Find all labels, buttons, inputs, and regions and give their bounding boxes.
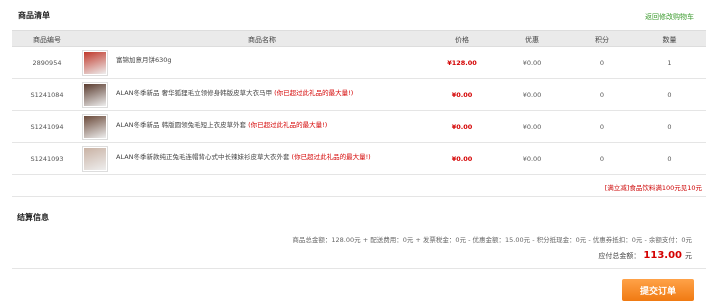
promo-text: [满立减]食品饮料满100元见10元 <box>604 184 702 192</box>
table-row: S1241093 ALAN冬季新款纯正兔毛连帽背心式中长辣妹衫皮草大衣外套 (你已… <box>12 143 706 175</box>
product-points: 0 <box>599 91 605 99</box>
product-id: S1241094 <box>30 123 64 131</box>
back-to-cart-link[interactable]: 返回修改购物车 <box>645 12 694 22</box>
col-qty: 数量 <box>662 36 677 44</box>
col-id: 商品编号 <box>33 36 61 44</box>
submit-order-button[interactable]: 提交订单 <box>622 279 694 301</box>
product-name[interactable]: 富锦加意月饼630g <box>116 54 174 64</box>
product-points: 0 <box>599 59 605 67</box>
limit-warning: (你已超过此礼品的最大量!) <box>291 153 371 161</box>
col-points: 积分 <box>595 36 609 44</box>
product-thumbnail[interactable] <box>82 146 108 172</box>
product-discount: ¥0.00 <box>522 155 542 163</box>
product-table: 商品编号 商品名称 价格 优惠 积分 数量 2890954 富锦加意月饼630g… <box>12 30 706 175</box>
product-points: 0 <box>599 155 605 163</box>
product-qty: 0 <box>667 123 672 131</box>
product-price: ¥0.00 <box>451 155 473 163</box>
total-unit: 元 <box>685 252 692 260</box>
divider <box>12 196 706 197</box>
product-price: ¥0.00 <box>451 123 473 131</box>
total-amount: 应付总金额： 113.00 元 <box>598 250 692 261</box>
section-title: 商品清单 <box>18 11 50 20</box>
table-header: 商品编号 商品名称 价格 优惠 积分 数量 <box>12 30 706 47</box>
settle-title: 结算信息 <box>17 213 49 222</box>
product-price: ¥128.00 <box>447 59 477 67</box>
product-qty: 0 <box>667 91 672 99</box>
col-discount: 优惠 <box>525 36 539 44</box>
divider <box>12 268 706 269</box>
table-row: S1241094 ALAN冬季新品 韩版圆领兔毛短上衣皮草外套 (你已超过此礼品的… <box>12 111 706 143</box>
product-id: 2890954 <box>32 59 62 67</box>
product-thumbnail[interactable] <box>82 114 108 140</box>
product-name[interactable]: ALAN冬季新品 韩版圆领兔毛短上衣皮草外套 (你已超过此礼品的最大量!) <box>116 119 327 129</box>
product-name[interactable]: ALAN冬季新款纯正兔毛连帽背心式中长辣妹衫皮草大衣外套 (你已超过此礼品的最大量… <box>116 151 371 161</box>
product-discount: ¥0.00 <box>522 123 542 131</box>
product-discount: ¥0.00 <box>522 91 542 99</box>
order-summary: 商品总金额：128.00元 + 配送费用：0元 + 发票税金：0元 - 优惠金额… <box>292 236 692 244</box>
product-id: S1241084 <box>30 91 64 99</box>
col-price: 价格 <box>455 36 469 44</box>
product-points: 0 <box>599 123 605 131</box>
limit-warning: (你已超过此礼品的最大量!) <box>248 121 328 129</box>
limit-warning: (你已超过此礼品的最大量!) <box>274 89 354 97</box>
table-row: 2890954 富锦加意月饼630g ¥128.00 ¥0.00 0 1 <box>12 47 706 79</box>
total-value: 113.00 <box>643 250 682 261</box>
col-name: 商品名称 <box>248 36 276 44</box>
product-id: S1241093 <box>30 155 64 163</box>
total-label: 应付总金额： <box>598 252 641 260</box>
product-discount: ¥0.00 <box>522 59 542 67</box>
section-header: 商品清单 返回修改购物车 <box>12 0 706 30</box>
product-thumbnail[interactable] <box>82 50 108 76</box>
product-qty: 1 <box>667 59 672 67</box>
product-price: ¥0.00 <box>451 91 473 99</box>
product-qty: 0 <box>667 155 672 163</box>
table-row: S1241084 ALAN冬季新品 奢华狐狸毛立领修身韩版皮草大衣马甲 (你已超过… <box>12 79 706 111</box>
product-name[interactable]: ALAN冬季新品 奢华狐狸毛立领修身韩版皮草大衣马甲 (你已超过此礼品的最大量!) <box>116 87 353 97</box>
product-thumbnail[interactable] <box>82 82 108 108</box>
